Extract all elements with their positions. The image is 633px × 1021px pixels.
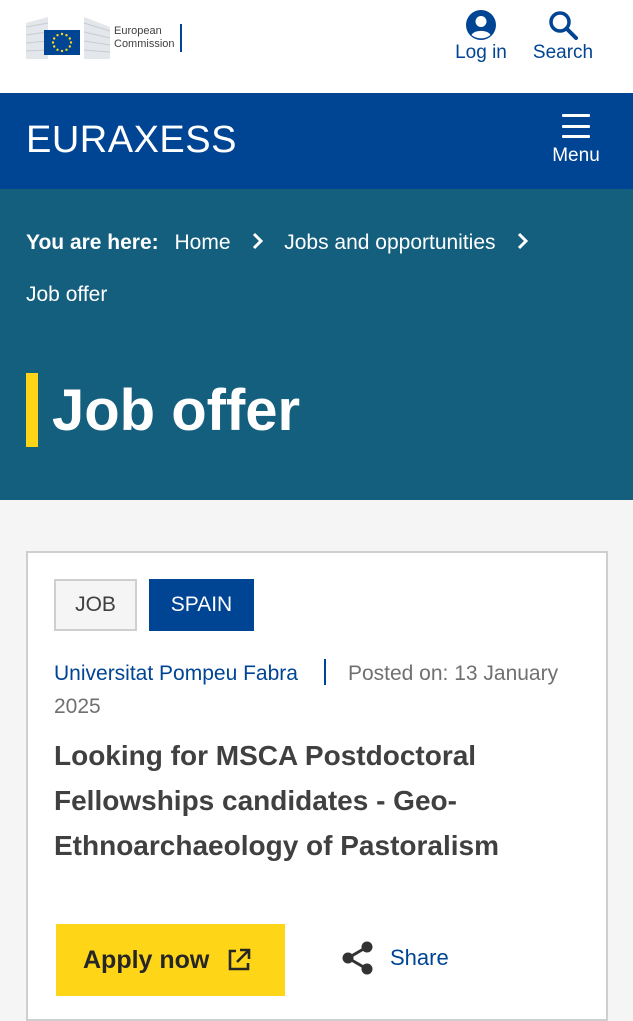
share-button[interactable]: Share [340, 940, 449, 976]
eu-flag-icon [25, 17, 111, 59]
apply-label: Apply now [83, 945, 210, 974]
page-header: You are here: Home Jobs and opportunitie… [0, 189, 633, 500]
meta-divider [323, 659, 326, 685]
breadcrumb: You are here: Home Jobs and opportunitie… [26, 217, 616, 320]
tag-job: JOB [54, 579, 137, 631]
tag-country: SPAIN [149, 579, 254, 631]
site-header: EURAXESS Menu [0, 93, 633, 189]
share-label: Share [390, 945, 449, 970]
apply-now-button[interactable]: Apply now [56, 924, 285, 996]
menu-label: Menu [552, 145, 600, 166]
page-title: Job offer [52, 377, 301, 443]
breadcrumb-jobs[interactable]: Jobs and opportunities [284, 231, 495, 254]
organisation-link[interactable]: Universitat Pompeu Fabra [54, 662, 298, 685]
page-title-wrap: Job offer [26, 373, 300, 447]
top-bar: European Commission Log in Search [0, 0, 633, 93]
title-accent-bar [26, 373, 38, 447]
menu-button[interactable]: Menu [546, 114, 606, 167]
login-label: Log in [455, 42, 507, 63]
search-button[interactable]: Search [528, 8, 598, 64]
search-label: Search [532, 42, 594, 63]
job-meta: Universitat Pompeu Fabra Posted on: 13 Ja… [54, 657, 574, 723]
hamburger-icon [562, 114, 590, 138]
external-link-icon [229, 948, 251, 971]
chevron-right-icon [252, 218, 264, 269]
breadcrumb-label: You are here: [26, 231, 159, 254]
logo-line-2: Commission [114, 38, 175, 50]
logo-line-1: European [114, 25, 162, 37]
user-icon [464, 8, 498, 42]
breadcrumb-home[interactable]: Home [175, 231, 231, 254]
login-button[interactable]: Log in [452, 8, 510, 64]
chevron-right-icon [517, 218, 529, 269]
logo-text: European Commission [114, 24, 182, 52]
site-name[interactable]: EURAXESS [26, 119, 237, 162]
breadcrumb-current: Job offer [26, 282, 108, 306]
share-icon [342, 941, 373, 975]
european-commission-logo[interactable]: European Commission [25, 17, 191, 59]
job-card: JOB SPAIN Universitat Pompeu Fabra Posted… [26, 551, 608, 1021]
job-title: Looking for MSCA Postdoctoral Fellowship… [54, 740, 499, 861]
search-icon [546, 8, 580, 42]
